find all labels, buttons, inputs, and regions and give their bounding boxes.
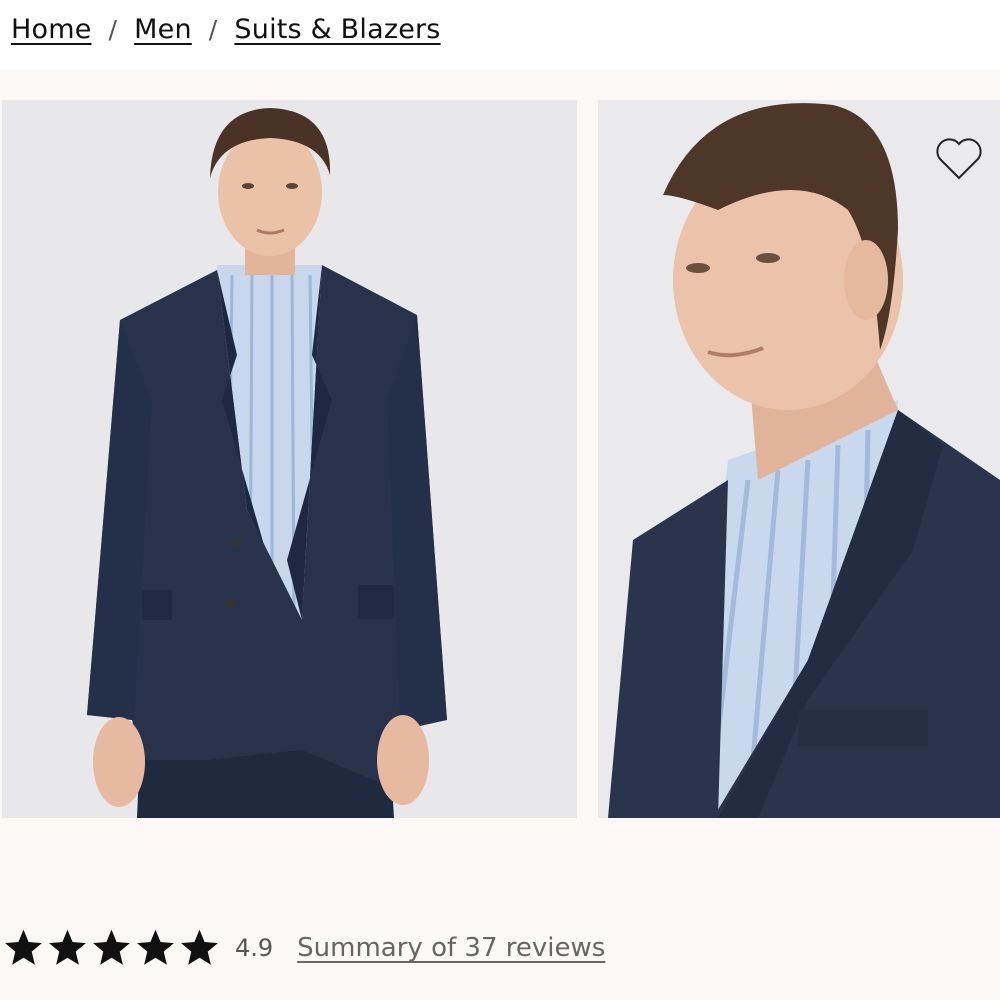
model-closeup-illustration xyxy=(598,100,1000,818)
breadcrumb-men-link[interactable]: Men xyxy=(134,14,192,45)
product-image-front[interactable] xyxy=(2,100,577,818)
breadcrumb-home-link[interactable]: Home xyxy=(11,14,92,45)
top-bar: Home / Men / Suits & Blazers xyxy=(0,0,1000,70)
star-icon xyxy=(5,929,42,965)
rating-summary: 4.9 Summary of 37 reviews xyxy=(2,927,605,969)
breadcrumb-separator: / xyxy=(108,15,118,44)
product-image-detail[interactable] xyxy=(598,100,1000,818)
rating-value: 4.9 xyxy=(235,934,274,962)
star-icon xyxy=(137,929,174,965)
reviews-summary-link[interactable]: Summary of 37 reviews xyxy=(297,933,605,963)
breadcrumb-separator: / xyxy=(208,15,218,44)
model-front-illustration xyxy=(2,100,577,818)
star-icon xyxy=(181,929,218,965)
star-rating xyxy=(2,927,221,969)
star-icon xyxy=(93,929,130,965)
favorite-heart-icon[interactable] xyxy=(934,136,984,182)
breadcrumb: Home / Men / Suits & Blazers xyxy=(11,14,441,45)
star-icon xyxy=(49,929,86,965)
breadcrumb-suits-blazers-link[interactable]: Suits & Blazers xyxy=(234,14,440,45)
